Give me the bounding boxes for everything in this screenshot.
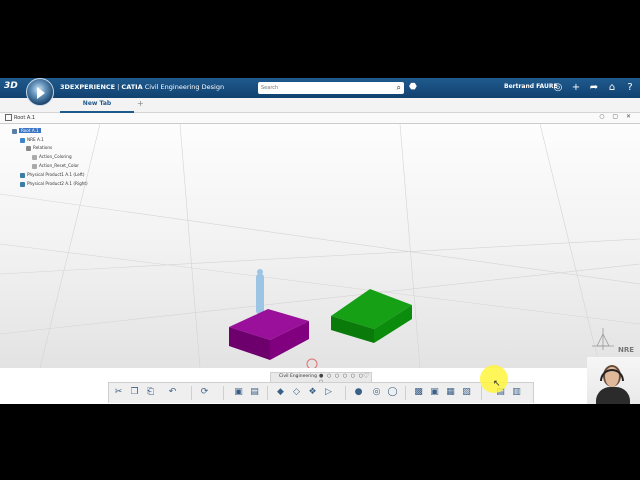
- product-icon: [12, 128, 17, 134]
- tree-root[interactable]: Root A.1: [12, 128, 41, 134]
- ring-icon[interactable]: ◯: [387, 387, 398, 398]
- road-icon[interactable]: ◇: [291, 387, 302, 398]
- tree-node-action-coloring[interactable]: Action_Coloring: [32, 154, 72, 160]
- top-bar: 3D 3DEXPERIENCE | CATIA Civil Engineerin…: [0, 78, 640, 106]
- search-box[interactable]: ⌕: [258, 82, 404, 94]
- paste-icon[interactable]: ⎗: [145, 387, 156, 398]
- orientation-compass-icon[interactable]: [588, 324, 618, 360]
- human-scale-figure[interactable]: [256, 269, 264, 314]
- nre-icon: [20, 137, 25, 143]
- purple-box[interactable]: [229, 309, 309, 360]
- catia-window: 3D 3DEXPERIENCE | CATIA Civil Engineerin…: [0, 78, 640, 404]
- user-avatar-icon[interactable]: ◎: [552, 80, 564, 95]
- nre-watermark: NRE: [618, 346, 635, 354]
- relations-icon: [26, 145, 31, 151]
- green-box[interactable]: [331, 289, 412, 343]
- add-tab-button[interactable]: +: [137, 98, 144, 110]
- assembly-icon[interactable]: ▦: [445, 387, 456, 398]
- product-icon: [5, 114, 12, 121]
- tree-node-left-product[interactable]: Physical Product1 A.1 (Left): [20, 172, 85, 178]
- search-input[interactable]: [261, 83, 385, 93]
- grid-lines: [0, 124, 640, 368]
- tab-new-tab[interactable]: New Tab: [60, 98, 134, 113]
- copy-icon[interactable]: ❐: [129, 387, 140, 398]
- window-controls[interactable]: ○ ▢ ✕: [599, 113, 634, 120]
- scene: [0, 124, 640, 368]
- tree-node-relations[interactable]: Relations: [26, 145, 52, 151]
- product-icon: [20, 181, 25, 187]
- tree-node-action-reset[interactable]: Action_Reset_Color: [32, 163, 79, 169]
- mouse-cursor-icon: ↖: [493, 379, 501, 389]
- action-bar: Civil Engineering ● ○ ○ ○ ○ ○ ○ ♡ ✂ ❐ ⎗ …: [0, 368, 640, 404]
- 3d-viewport[interactable]: Root A.1 NRE A.1 Relations Action_Colori…: [0, 124, 640, 368]
- webcam-overlay: [587, 357, 640, 404]
- breadcrumb-item[interactable]: Root A.1: [5, 114, 35, 121]
- part-icon[interactable]: ▧: [461, 387, 472, 398]
- compass-icon[interactable]: [26, 78, 54, 106]
- tree-node-right-product[interactable]: Physical Product2 A.1 (Right): [20, 181, 88, 187]
- tag-icon[interactable]: ⬣: [409, 82, 417, 92]
- sphere-icon[interactable]: ●: [353, 387, 364, 398]
- app-title: 3DEXPERIENCE | CATIA Civil Engineering D…: [60, 83, 225, 91]
- search-icon[interactable]: ⌕: [397, 83, 401, 93]
- structure-icon[interactable]: ▩: [413, 387, 424, 398]
- ds-logo[interactable]: 3D: [4, 81, 22, 95]
- insert-product-icon[interactable]: ▣: [233, 387, 244, 398]
- bridge-icon[interactable]: ❖: [307, 387, 318, 398]
- favorite-icon[interactable]: ♡: [363, 372, 369, 380]
- target-marker: [306, 358, 318, 368]
- action-icon: [32, 154, 37, 160]
- toolbar: ✂ ❐ ⎗ ↶ ⟳ ▣ ▤ ◆ ◇ ❖ ▷ ● ◎ ◯ ▩ ▣ ▦ ▧ ▤ ▥: [108, 382, 534, 403]
- box-icon[interactable]: ▣: [429, 387, 440, 398]
- insert-part-icon[interactable]: ▤: [249, 387, 260, 398]
- breadcrumb: Root A.1 ○ ▢ ✕: [0, 113, 640, 124]
- terrain-icon[interactable]: ◆: [275, 387, 286, 398]
- add-icon[interactable]: +: [570, 80, 582, 95]
- help-icon[interactable]: ?: [624, 80, 636, 95]
- tool-icon[interactable]: ▥: [511, 387, 522, 398]
- update-icon[interactable]: ⟳: [199, 387, 210, 398]
- home-icon[interactable]: ⌂: [606, 80, 618, 95]
- torus-icon[interactable]: ◎: [371, 387, 382, 398]
- action-icon: [32, 163, 37, 169]
- product-icon: [20, 172, 25, 178]
- cut-icon[interactable]: ✂: [113, 387, 124, 398]
- alignment-icon[interactable]: ▷: [323, 387, 334, 398]
- undo-icon[interactable]: ↶: [167, 387, 178, 398]
- tab-bar: New Tab +: [0, 98, 640, 113]
- share-icon[interactable]: ➦: [588, 80, 600, 95]
- tree-node-nre[interactable]: NRE A.1: [20, 137, 44, 143]
- user-name[interactable]: Bertrand FAURE: [504, 83, 558, 90]
